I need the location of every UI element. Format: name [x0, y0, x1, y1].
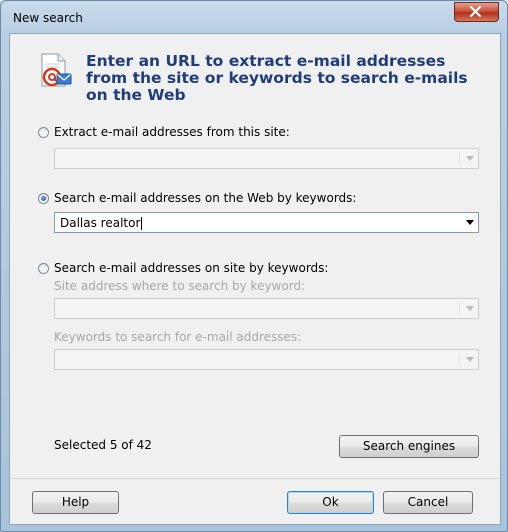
page-heading: Enter an URL to extract e-mail addresses…	[86, 52, 468, 104]
radio-extract-from-site[interactable]: Extract e-mail addresses from this site:	[38, 125, 290, 139]
site-keywords-combobox	[54, 349, 479, 370]
dropdown-arrow-icon[interactable]	[466, 220, 474, 225]
dropdown-arrow-icon	[466, 156, 474, 161]
ok-button[interactable]: Ok	[287, 491, 374, 514]
cancel-button[interactable]: Cancel	[383, 491, 473, 514]
site-address-combobox	[54, 298, 479, 319]
dialog-content: Enter an URL to extract e-mail addresses…	[9, 33, 501, 525]
email-search-icon	[41, 53, 72, 87]
radio-button-site[interactable]	[38, 126, 49, 138]
selected-engines-count: Selected 5 of 42	[54, 438, 152, 452]
site-address-label: Site address where to search by keyword:	[54, 279, 306, 293]
radio-search-site-keywords[interactable]: Search e-mail addresses on site by keywo…	[38, 261, 328, 275]
radio-label-site-keywords: Search e-mail addresses on site by keywo…	[54, 261, 329, 275]
help-button[interactable]: Help	[32, 491, 119, 514]
combo-separator	[459, 302, 460, 315]
web-keywords-combobox[interactable]: Dallas realtor	[54, 212, 479, 233]
dropdown-arrow-icon	[466, 357, 474, 362]
radio-search-web[interactable]: Search e-mail addresses on the Web by ke…	[38, 191, 356, 205]
combo-separator	[459, 353, 460, 366]
search-engines-button[interactable]: Search engines	[339, 435, 479, 458]
combo-separator	[459, 152, 460, 165]
close-icon	[469, 6, 482, 17]
radio-label-web: Search e-mail addresses on the Web by ke…	[54, 191, 357, 205]
site-url-combobox	[54, 148, 479, 169]
close-button[interactable]	[454, 2, 499, 22]
web-keywords-text: Dallas realtor	[60, 216, 141, 230]
dialog-window: New search Enter an URL to extract e-mai…	[0, 0, 508, 532]
text-caret	[141, 217, 143, 230]
window-title: New search	[13, 11, 83, 25]
radio-button-web[interactable]	[38, 192, 49, 204]
web-keywords-value[interactable]: Dallas realtor	[60, 216, 143, 230]
dropdown-arrow-icon	[466, 306, 474, 311]
radio-button-site-keywords[interactable]	[38, 262, 49, 274]
radio-label-site: Extract e-mail addresses from this site:	[54, 125, 290, 139]
keywords-label: Keywords to search for e-mail addresses:	[54, 330, 302, 344]
title-bar[interactable]: New search	[1, 1, 507, 31]
